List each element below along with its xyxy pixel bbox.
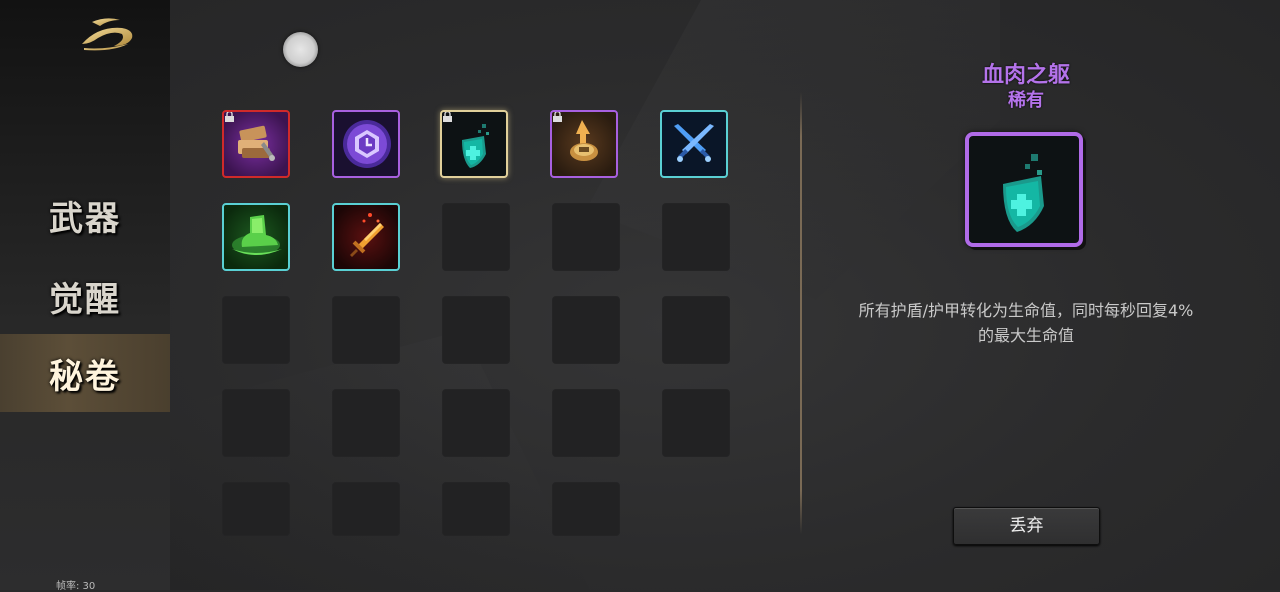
sidebar-item-secret-scrolls[interactable]: 秘卷 [0, 334, 170, 412]
inventory-grid [222, 110, 730, 540]
inventory-slot-empty[interactable] [442, 389, 510, 457]
inventory-slot-empty[interactable] [222, 296, 290, 364]
teal-shield-icon [1003, 154, 1044, 232]
flaming-sword-icon [350, 213, 384, 257]
item-detail-icon-frame [965, 132, 1083, 247]
inventory-slot-empty[interactable] [552, 389, 620, 457]
inventory-slot-empty[interactable] [442, 203, 510, 271]
item-title: 血肉之躯 [981, 63, 1070, 88]
inventory-slot-empty[interactable] [552, 482, 620, 536]
inventory-slot-empty[interactable] [332, 389, 400, 457]
inventory-slot-empty[interactable] [222, 482, 290, 536]
purple-clock-orb-icon [343, 120, 391, 168]
inventory-slot[interactable] [660, 110, 728, 178]
divider [800, 92, 802, 534]
sidebar: 武器 觉醒 秘卷 帧率: 30 [0, 0, 170, 592]
inventory-slot-empty[interactable] [552, 296, 620, 364]
green-boot-icon [232, 215, 282, 255]
crossed-blue-swords-icon [674, 124, 714, 162]
lock-icon [443, 112, 452, 122]
inventory-slot[interactable] [550, 110, 618, 178]
sidebar-item-weapons[interactable]: 武器 [0, 176, 170, 254]
golden-dragon-logo [82, 18, 133, 51]
inventory-slot-empty[interactable] [552, 203, 620, 271]
inventory-slot-empty[interactable] [332, 296, 400, 364]
orb-button[interactable] [283, 32, 318, 67]
inventory-slot[interactable] [222, 203, 290, 271]
discard-button[interactable]: 丢弃 [953, 507, 1100, 545]
sidebar-item-awakening[interactable]: 觉醒 [0, 257, 170, 335]
item-rarity: 稀有 [1008, 90, 1044, 111]
lock-icon [225, 112, 234, 122]
inventory-slot[interactable] [332, 110, 400, 178]
inventory-slot-selected[interactable] [440, 110, 508, 178]
item-description: 所有护盾/护甲转化为生命值，同时每秒回复4%的最大生命值 [858, 301, 1194, 345]
inventory-slot-empty[interactable] [662, 203, 730, 271]
inventory-slot[interactable] [332, 203, 400, 271]
lock-icon [553, 112, 562, 122]
inventory-slot[interactable] [222, 110, 290, 178]
inventory-slot-empty[interactable] [222, 389, 290, 457]
inventory-slot-empty[interactable] [442, 482, 510, 536]
inventory-slot-empty[interactable] [442, 296, 510, 364]
inventory-slot-empty[interactable] [332, 482, 400, 536]
inventory-slot-empty[interactable] [662, 389, 730, 457]
inventory-slot-empty[interactable] [662, 296, 730, 364]
